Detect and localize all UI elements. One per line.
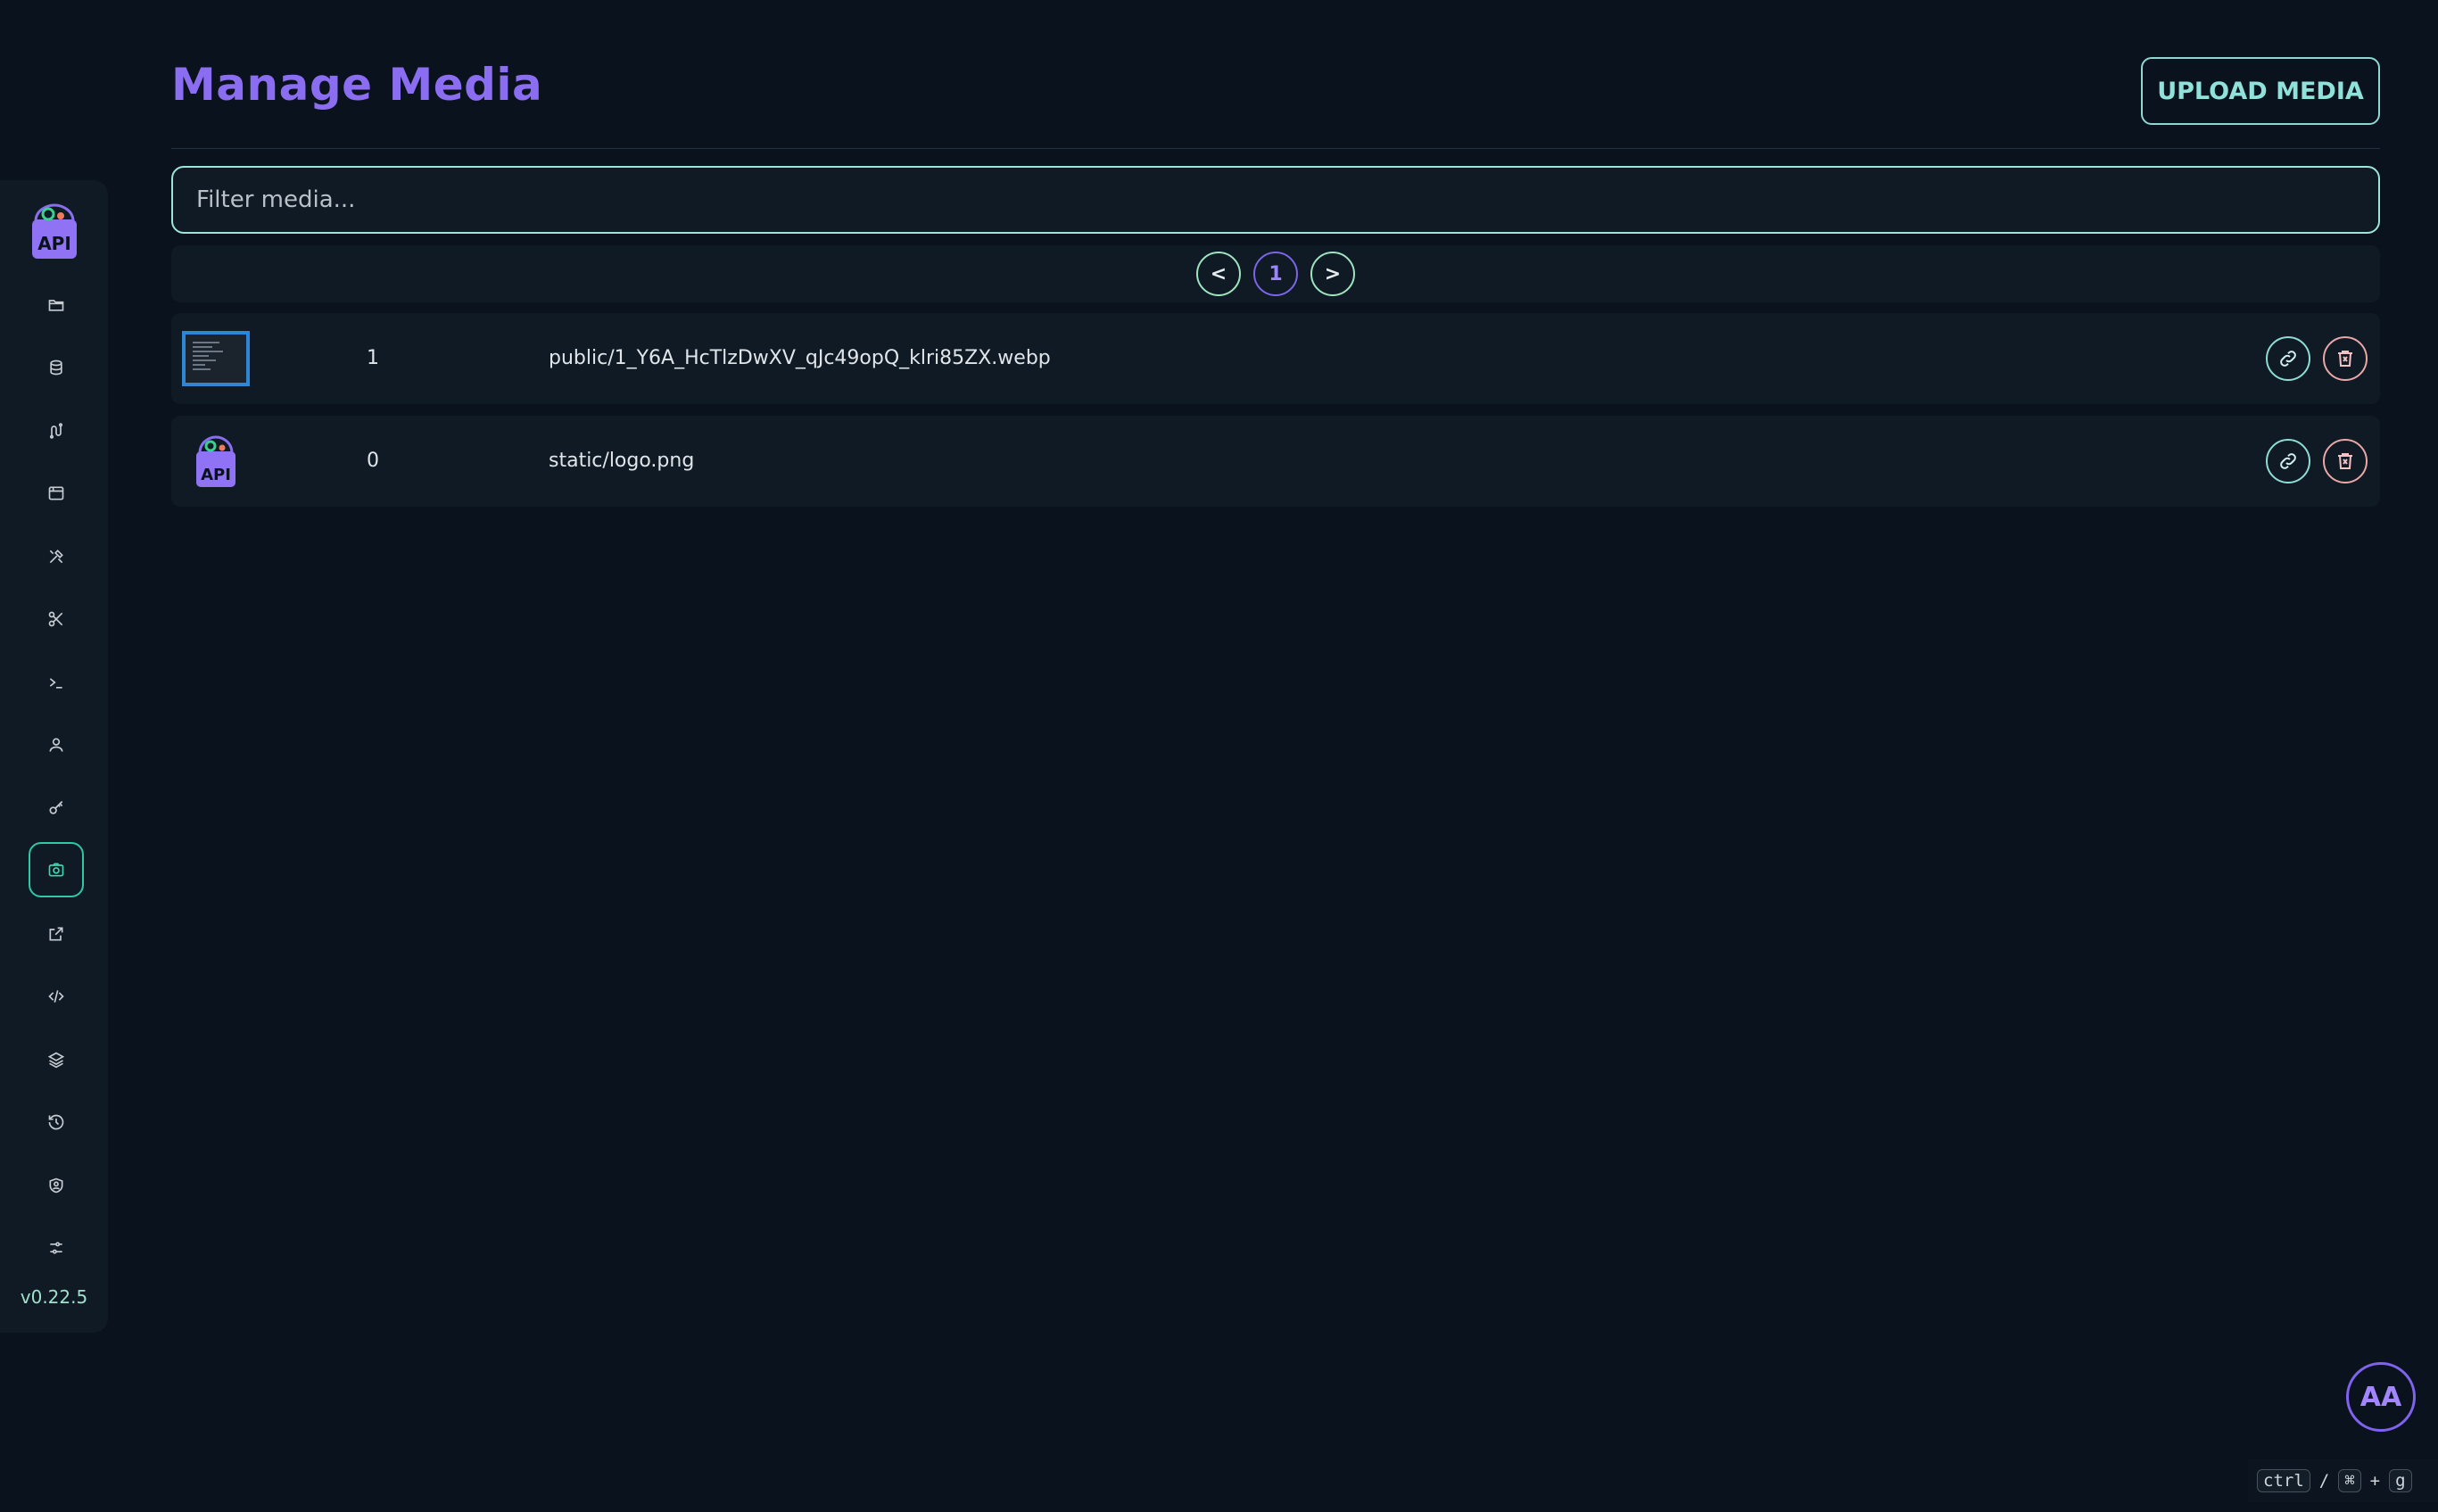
ctrl-key: ctrl [2257,1469,2310,1492]
app-logo[interactable]: API [29,202,80,260]
route-icon [49,423,63,439]
settings-dots-icon [50,1242,62,1254]
svg-text:API: API [37,233,71,254]
filter-media-input[interactable] [171,166,2380,234]
nav-media[interactable] [29,842,84,897]
nav-routes[interactable] [29,403,84,459]
nav-terminal[interactable] [29,655,84,710]
media-row: API 0 static/logo.png [171,416,2380,507]
camera-icon [48,863,64,877]
nav-history[interactable] [29,1095,84,1150]
nav-settings[interactable] [29,1220,84,1276]
media-path: static/logo.png [549,450,695,472]
nav-keys[interactable] [29,781,84,836]
accessibility-button[interactable]: AA [2346,1362,2416,1432]
page-1-button[interactable]: 1 [1253,252,1298,296]
folder-icon [48,300,64,311]
nav-users[interactable] [29,717,84,773]
delete-media-button[interactable] [2323,336,2368,381]
upload-media-button[interactable]: UPLOAD MEDIA [2141,57,2380,125]
trash-icon [2338,453,2352,469]
media-usage-count: 1 [367,347,379,369]
window-icon [48,486,64,500]
shortcut-separator: / [2318,1471,2330,1491]
next-page-button[interactable]: > [1310,252,1355,296]
header-divider [171,148,2380,149]
nav-database[interactable] [29,340,84,395]
media-row: 1 public/1_Y6A_HcTlzDwXV_qJc49opQ_klri85… [171,313,2380,404]
pagination-bar: < 1 > [171,245,2380,302]
media-thumbnail[interactable]: API [182,434,250,489]
user-icon [49,738,63,752]
history-icon [48,1114,64,1130]
keyboard-shortcut-hint: ctrl / ⌘ + g [2248,1459,2438,1502]
link-icon [2280,351,2296,367]
external-link-icon [49,927,63,941]
trash-icon [2338,351,2352,367]
scissors-icon [48,611,63,627]
sidebar: API v0.22.5 [0,180,108,1333]
link-icon [2280,453,2296,469]
nav-user-shield[interactable] [29,1158,84,1213]
media-path: public/1_Y6A_HcTlzDwXV_qJc49opQ_klri85ZX… [549,347,1051,369]
nav-folder[interactable] [29,277,84,333]
nav-window[interactable] [29,466,84,521]
cmd-key: ⌘ [2338,1469,2361,1492]
media-usage-count: 0 [367,450,379,472]
svg-text:API: API [201,466,231,484]
app-version: v0.22.5 [20,1286,88,1308]
api-logo-icon: API [196,435,236,487]
page-title: Manage Media [171,59,543,111]
nav-tools[interactable] [29,529,84,584]
nav-external[interactable] [29,906,84,962]
layers-icon [47,1052,65,1069]
media-thumbnail[interactable] [182,331,250,386]
copy-link-button[interactable] [2266,439,2310,483]
key-icon [49,800,63,814]
tools-icon [49,549,63,564]
database-icon [50,359,62,376]
nav-code[interactable] [29,969,84,1024]
copy-link-button[interactable] [2266,336,2310,381]
prev-page-button[interactable]: < [1196,252,1241,296]
code-icon [48,990,64,1003]
g-key: g [2389,1469,2412,1492]
nav-scissors[interactable] [29,591,84,647]
user-shield-icon [49,1177,63,1194]
nav-layers[interactable] [29,1032,84,1087]
shortcut-plus: + [2369,1471,2381,1491]
api-logo-icon: API [32,203,77,259]
terminal-icon [49,678,62,689]
screenshot-thumbnail-icon [193,342,223,373]
delete-media-button[interactable] [2323,439,2368,483]
